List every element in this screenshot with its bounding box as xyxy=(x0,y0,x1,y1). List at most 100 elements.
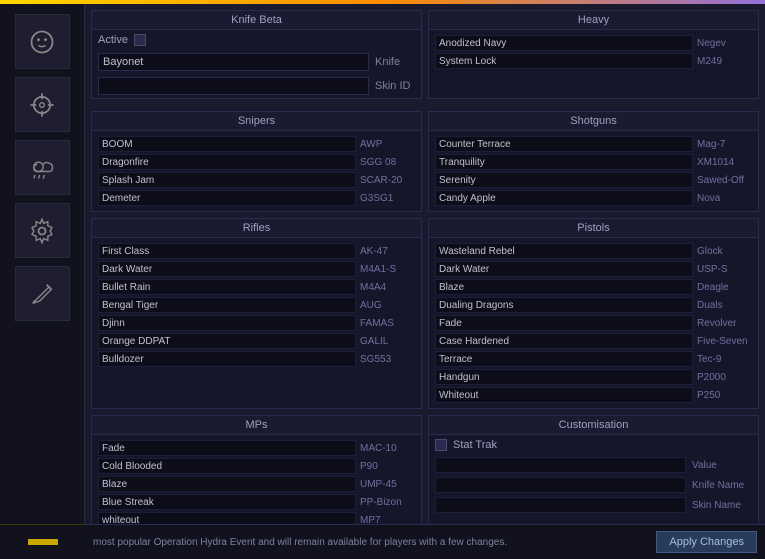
table-row: Nova xyxy=(433,189,754,207)
knife-active-row: Active xyxy=(92,30,421,50)
sidebar-weather-icon[interactable] xyxy=(15,140,70,195)
shotguns-title: Shotguns xyxy=(429,112,758,131)
sidebar-crosshair-icon[interactable] xyxy=(15,77,70,132)
weapon-type-label: SCAR-20 xyxy=(360,175,415,186)
weapon-name-input[interactable] xyxy=(435,243,693,259)
table-row: AWP xyxy=(96,135,417,153)
rifles-pistols-row: Rifles AK-47 M4A1-S M4A4 xyxy=(91,218,759,409)
snipers-grid: AWP SGG 08 SCAR-20 G3SG1 xyxy=(92,131,421,211)
weapon-type-label: M4A1-S xyxy=(360,264,415,275)
table-row: AUG xyxy=(96,296,417,314)
weapon-name-input[interactable] xyxy=(98,243,356,259)
weapon-type-label: AWP xyxy=(360,139,415,150)
weapon-name-input[interactable] xyxy=(98,476,356,492)
stat-trak-checkbox[interactable] xyxy=(435,439,447,451)
table-row: PP-Bizon xyxy=(96,493,417,511)
stat-trak-label: Stat Trak xyxy=(453,439,497,451)
knife-type-label: Knife xyxy=(375,56,415,68)
bottom-text: most popular Operation Hydra Event and w… xyxy=(93,536,648,549)
weapon-name-input[interactable] xyxy=(435,172,693,188)
weapon-type-label: M249 xyxy=(697,56,752,67)
table-row: M4A4 xyxy=(96,278,417,296)
shotguns-panel: Shotguns Mag-7 XM1014 Sawed-Off xyxy=(428,111,759,212)
weapon-name-input[interactable] xyxy=(435,154,693,170)
pistols-title: Pistols xyxy=(429,219,758,238)
stat-trak-row: Stat Trak xyxy=(429,435,758,455)
weapon-name-input[interactable] xyxy=(435,136,693,152)
weapon-name-input[interactable] xyxy=(98,333,356,349)
weapon-name-input[interactable] xyxy=(98,440,356,456)
bottom-text-content: most popular Operation Hydra Event and w… xyxy=(93,537,507,548)
weapon-type-label: AUG xyxy=(360,300,415,311)
heavy-weapon-grid: Negev M249 xyxy=(429,30,758,74)
weapon-name-input[interactable] xyxy=(98,458,356,474)
sidebar-face-icon[interactable] xyxy=(15,14,70,69)
weapon-type-label: P90 xyxy=(360,461,415,472)
weapon-type-label: P250 xyxy=(697,390,752,401)
table-row: USP-S xyxy=(433,260,754,278)
knife-name-input[interactable] xyxy=(98,53,369,71)
weapon-name-input[interactable] xyxy=(98,172,356,188)
weapon-type-label: Nova xyxy=(697,193,752,204)
weapon-type-label: SG553 xyxy=(360,354,415,365)
customisation-title: Customisation xyxy=(429,416,758,435)
custom-knife-name-label: Knife Name xyxy=(692,480,752,491)
pistols-panel: Pistols Glock USP-S Deagle xyxy=(428,218,759,409)
table-row: SG553 xyxy=(96,350,417,368)
snipers-panel: Snipers AWP SGG 08 SCAR-20 xyxy=(91,111,422,212)
weapon-name-input[interactable] xyxy=(435,333,693,349)
table-row: P2000 xyxy=(433,368,754,386)
weapon-name-input[interactable] xyxy=(435,279,693,295)
weapon-name-input[interactable] xyxy=(98,261,356,277)
skin-id-row: Skin ID xyxy=(92,74,421,98)
skin-id-bar xyxy=(98,77,369,95)
apply-changes-button[interactable]: Apply Changes xyxy=(656,531,757,553)
shotguns-grid: Mag-7 XM1014 Sawed-Off Nova xyxy=(429,131,758,211)
custom-skin-name-bar xyxy=(435,497,686,513)
custom-value-row: Value xyxy=(429,455,758,475)
knife-active-checkbox[interactable] xyxy=(134,34,146,46)
knife-bayonet-row: Knife xyxy=(92,50,421,74)
table-row: Duals xyxy=(433,296,754,314)
table-row: G3SG1 xyxy=(96,189,417,207)
weapon-name-input[interactable] xyxy=(435,35,693,51)
weapon-name-input[interactable] xyxy=(435,297,693,313)
table-row: Glock xyxy=(433,242,754,260)
weapon-name-input[interactable] xyxy=(435,387,693,403)
table-row: Revolver xyxy=(433,314,754,332)
weapon-type-label: Tec-9 xyxy=(697,354,752,365)
custom-value-label: Value xyxy=(692,460,752,471)
weapon-name-input[interactable] xyxy=(98,315,356,331)
weapon-type-label: Glock xyxy=(697,246,752,257)
top-panels: Knife Beta Active Knife Skin ID Heavy xyxy=(91,10,759,99)
table-row: Tec-9 xyxy=(433,350,754,368)
weapon-name-input[interactable] xyxy=(98,190,356,206)
weapon-name-input[interactable] xyxy=(98,136,356,152)
weapon-type-label: UMP-45 xyxy=(360,479,415,490)
knife-panel: Knife Beta Active Knife Skin ID xyxy=(91,10,422,99)
custom-value-bar xyxy=(435,457,686,473)
weapon-name-input[interactable] xyxy=(98,279,356,295)
weapon-name-input[interactable] xyxy=(98,297,356,313)
weapon-type-label: Five-Seven xyxy=(697,336,752,347)
weapon-type-label: PP-Bizon xyxy=(360,497,415,508)
mps-title: MPs xyxy=(92,416,421,435)
sidebar-pen-icon[interactable] xyxy=(15,266,70,321)
table-row: UMP-45 xyxy=(96,475,417,493)
weapon-type-label: Duals xyxy=(697,300,752,311)
weapon-name-input[interactable] xyxy=(98,154,356,170)
weapon-name-input[interactable] xyxy=(98,351,356,367)
weapon-name-input[interactable] xyxy=(435,261,693,277)
weapon-name-input[interactable] xyxy=(435,351,693,367)
weapon-name-input[interactable] xyxy=(435,369,693,385)
sidebar-settings-icon[interactable] xyxy=(15,203,70,258)
weapon-name-input[interactable] xyxy=(98,494,356,510)
weapon-type-label: Revolver xyxy=(697,318,752,329)
weapon-name-input[interactable] xyxy=(435,315,693,331)
weapon-name-input[interactable] xyxy=(435,53,693,69)
weapon-type-label: Negev xyxy=(697,38,752,49)
left-sidebar xyxy=(0,4,85,559)
table-row: Five-Seven xyxy=(433,332,754,350)
weapon-name-input[interactable] xyxy=(435,190,693,206)
knife-active-label: Active xyxy=(98,34,128,46)
